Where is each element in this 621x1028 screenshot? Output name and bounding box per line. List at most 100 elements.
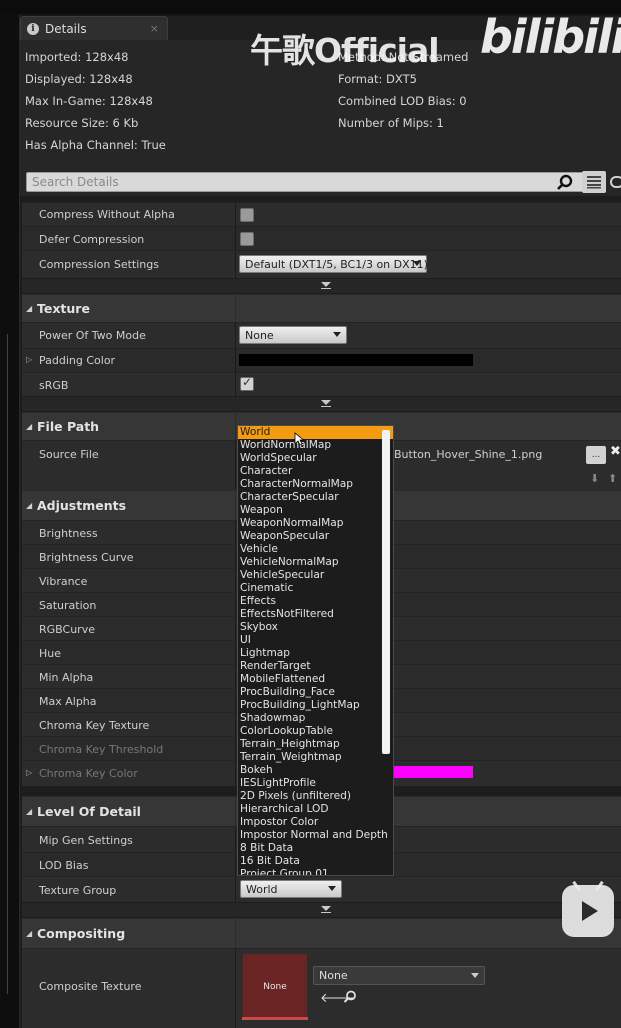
label-defer-compression: Defer Compression [39,233,145,246]
column-divider [235,665,236,688]
clear-icon[interactable]: ✖ [610,444,621,459]
category-texture[interactable]: ◢ Texture [22,294,621,322]
advanced-expander-compression[interactable] [22,279,621,293]
column-divider [235,713,236,736]
label-min-alpha: Min Alpha [39,671,94,684]
column-divider [235,797,236,826]
texture-group-option[interactable]: Vehicle [238,543,393,556]
label-rgb-curve: RGBCurve [39,623,95,636]
expand-bar-icon [321,288,331,289]
texture-group-option[interactable]: RenderTarget [238,660,393,673]
texture-group-value: World [246,882,278,896]
texture-group-option[interactable]: Terrain_Weightmap [238,751,393,764]
view-options-button[interactable] [582,171,606,193]
texture-group-option[interactable]: World [238,426,393,439]
column-divider [235,349,236,372]
texture-group-option[interactable]: 16 Bit Data [238,855,393,868]
composite-texture-thumbnail[interactable]: None [242,953,308,1021]
video-play-button[interactable] [562,885,614,937]
arrow-down-icon[interactable]: ⬇ [590,472,599,485]
label-mip-gen: Mip Gen Settings [39,834,133,847]
texture-group-option[interactable]: VehicleNormalMap [238,556,393,569]
search-icon[interactable] [556,174,574,192]
compression-settings-dropdown[interactable]: Default (DXT1/5, BC1/3 on DX11) [239,255,428,273]
column-divider [235,491,236,520]
info-imported: Imported: 128x48 [25,50,129,64]
texture-group-option[interactable]: VehicleSpecular [238,569,393,582]
search-row [20,170,621,194]
texture-group-option[interactable]: MobileFlattened [238,673,393,686]
texture-group-option[interactable]: WorldNormalMap [238,439,393,452]
texture-group-option[interactable]: Weapon [238,504,393,517]
texture-group-option[interactable]: Cinematic [238,582,393,595]
left-panel-edge [0,14,20,1028]
category-compositing[interactable]: ◢ Compositing [22,918,621,948]
arrow-up-icon[interactable]: ⬆ [608,472,617,485]
texture-group-option[interactable]: ProcBuilding_Face [238,686,393,699]
collapse-arrow-icon: ◢ [26,929,33,938]
texture-group-dropdown[interactable]: World [240,880,342,898]
label-chroma-key-color[interactable]: Chroma Key Color [26,767,138,780]
checkbox-compress-without-alpha[interactable] [240,208,254,222]
texture-group-option[interactable]: CharacterNormalMap [238,478,393,491]
advanced-expander-texture[interactable] [22,397,621,411]
row-compress-without-alpha: Compress Without Alpha [22,202,621,226]
chroma-key-color-swatch[interactable] [394,766,473,778]
chevron-down-icon [328,886,336,891]
checkbox-defer-compression[interactable] [240,232,254,246]
texture-group-option[interactable]: IESLightProfile [238,777,393,790]
column-divider [235,323,236,348]
search-input[interactable] [26,172,596,192]
tab-details[interactable]: i Details × [20,16,168,40]
texture-group-option[interactable]: ColorLookupTable [238,725,393,738]
texture-group-option[interactable]: ProcBuilding_LightMap [238,699,393,712]
info-format: Format: DXT5 [338,72,417,86]
advanced-expander-lod[interactable] [22,903,621,917]
texture-group-option[interactable]: Skybox [238,621,393,634]
texture-group-option[interactable]: Effects [238,595,393,608]
column-divider [235,545,236,568]
texture-group-option[interactable]: Impostor Normal and Depth [238,829,393,842]
texture-group-option[interactable]: Project Group 01 [238,868,393,875]
play-icon [582,901,598,921]
label-power-of-two: Power Of Two Mode [39,329,146,342]
composite-asset-picker[interactable]: None [313,966,485,985]
texture-group-option[interactable]: Impostor Color [238,816,393,829]
texture-group-option[interactable]: WeaponNormalMap [238,517,393,530]
info-max-ingame: Max In-Game: 128x48 [25,94,153,108]
checkbox-srgb[interactable] [240,375,254,391]
label-lod-bias: LOD Bias [39,859,89,872]
texture-group-option[interactable]: WorldSpecular [238,452,393,465]
texture-group-option[interactable]: Terrain_Heightmap [238,738,393,751]
browse-button[interactable]: ... [586,446,606,464]
info-icon: i [27,22,39,35]
category-compositing-title: Compositing [37,926,126,941]
label-source-file: Source File [39,448,99,461]
padding-color-swatch[interactable] [239,354,473,366]
thumbnail-type-bar [242,1017,308,1020]
label-padding-color[interactable]: Padding Color [26,354,115,367]
power-of-two-dropdown[interactable]: None [239,326,347,344]
texture-group-option[interactable]: Lightmap [238,647,393,660]
texture-group-option[interactable]: Hierarchical LOD [238,803,393,816]
list-scrollbar[interactable] [382,430,390,754]
browse-search-icon[interactable] [343,990,357,1004]
column-divider [235,373,236,396]
texture-group-option[interactable]: EffectsNotFiltered [238,608,393,621]
column-divider [235,569,236,592]
category-file-path-title: File Path [37,419,100,434]
texture-group-option[interactable]: CharacterSpecular [238,491,393,504]
texture-group-option[interactable]: Shadowmap [238,712,393,725]
texture-group-options-list[interactable]: World WorldNormalMap WorldSpecular Characte… [237,425,394,876]
column-divider [235,919,236,948]
expand-bar-icon [321,406,331,407]
texture-group-option[interactable]: WeaponSpecular [238,530,393,543]
texture-group-option[interactable]: Bokeh [238,764,393,777]
texture-group-option[interactable]: Character [238,465,393,478]
left-panel-divider [0,334,8,994]
close-icon[interactable]: × [150,22,159,35]
texture-group-option[interactable]: 2D Pixels (unfiltered) [238,790,393,803]
eye-icon[interactable] [610,176,621,188]
texture-group-option[interactable]: UI [238,634,393,647]
texture-group-option[interactable]: 8 Bit Data [238,842,393,855]
